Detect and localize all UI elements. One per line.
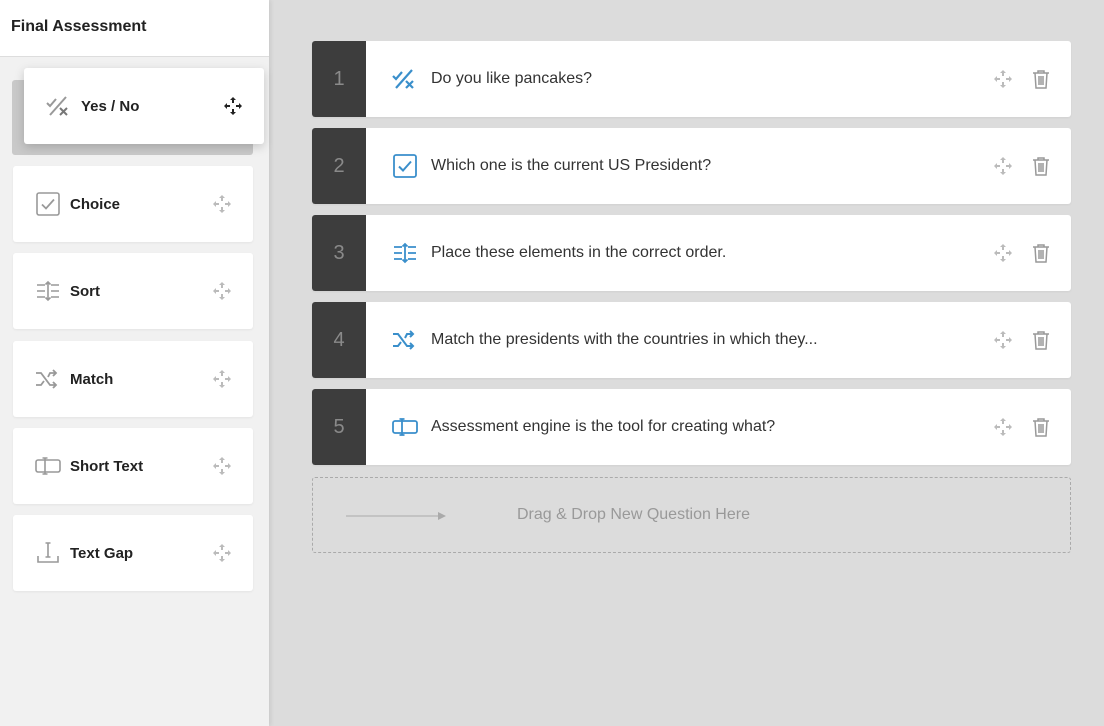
question-text: Assessment engine is the tool for creati…: [431, 418, 776, 435]
short-text-icon: [390, 412, 420, 442]
move-icon[interactable]: [992, 155, 1014, 177]
question-text: Match the presidents with the countries …: [431, 331, 818, 348]
short-text-icon: [33, 451, 63, 481]
trash-icon[interactable]: [1031, 329, 1051, 351]
question-row[interactable]: 4 Match the presidents with the countrie…: [312, 302, 1071, 378]
tool-label: Yes / No: [81, 97, 140, 115]
drop-zone-text: Drag & Drop New Question Here: [517, 506, 750, 523]
trash-icon[interactable]: [1031, 155, 1051, 177]
move-icon[interactable]: [211, 368, 233, 390]
tool-label: Text Gap: [70, 544, 134, 562]
tool-short-text[interactable]: Short Text: [13, 428, 253, 504]
match-shuffle-icon: [390, 325, 420, 355]
question-number: 3: [312, 215, 366, 291]
trash-icon[interactable]: [1031, 416, 1051, 438]
question-text: Do you like pancakes?: [431, 70, 592, 87]
question-type-sidebar: Final Assessment Choice Sort Match Short…: [0, 0, 269, 726]
tool-yes-no-dragging[interactable]: Yes / No: [24, 68, 264, 144]
tool-choice[interactable]: Choice: [13, 166, 253, 242]
tool-label: Match: [70, 370, 114, 388]
question-row[interactable]: 1 Do you like pancakes?: [312, 41, 1071, 117]
move-icon[interactable]: [992, 68, 1014, 90]
tool-text-gap[interactable]: Text Gap: [13, 515, 253, 591]
question-row[interactable]: 2 Which one is the current US President?: [312, 128, 1071, 204]
arrow-right-icon: [346, 509, 446, 521]
question-number: 1: [312, 41, 366, 117]
sidebar-header: Final Assessment: [0, 0, 269, 57]
new-question-drop-zone[interactable]: Drag & Drop New Question Here: [312, 477, 1071, 553]
tool-match[interactable]: Match: [13, 341, 253, 417]
move-icon[interactable]: [992, 416, 1014, 438]
question-number: 2: [312, 128, 366, 204]
move-icon[interactable]: [211, 455, 233, 477]
sort-icon: [33, 276, 63, 306]
text-gap-icon: [33, 538, 63, 568]
tool-sort[interactable]: Sort: [13, 253, 253, 329]
tool-label: Sort: [70, 282, 100, 300]
move-icon[interactable]: [211, 193, 233, 215]
sort-icon: [390, 238, 420, 268]
question-row[interactable]: 3 Place these elements in the correct or…: [312, 215, 1071, 291]
choice-checkbox-icon: [390, 151, 420, 181]
question-row[interactable]: 5 Assessment engine is the tool for crea…: [312, 389, 1071, 465]
move-icon[interactable]: [211, 542, 233, 564]
move-icon[interactable]: [992, 242, 1014, 264]
move-icon[interactable]: [222, 95, 244, 117]
yes-no-icon: [44, 91, 74, 121]
question-number: 4: [312, 302, 366, 378]
yes-no-icon: [390, 64, 420, 94]
tool-label: Choice: [70, 195, 121, 213]
question-text: Which one is the current US President?: [431, 157, 712, 174]
question-number: 5: [312, 389, 366, 465]
tool-label: Short Text: [70, 457, 144, 475]
assessment-title: Final Assessment: [11, 17, 147, 35]
move-icon[interactable]: [992, 329, 1014, 351]
trash-icon[interactable]: [1031, 242, 1051, 264]
trash-icon[interactable]: [1031, 68, 1051, 90]
question-text: Place these elements in the correct orde…: [431, 244, 727, 261]
match-shuffle-icon: [33, 364, 63, 394]
move-icon[interactable]: [211, 280, 233, 302]
choice-checkbox-icon: [33, 189, 63, 219]
